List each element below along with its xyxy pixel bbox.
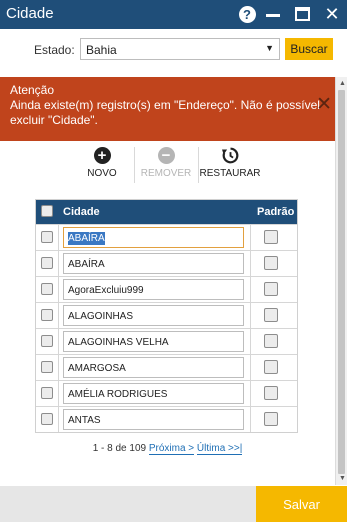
- column-divider: [58, 277, 59, 302]
- column-divider: [250, 355, 251, 380]
- city-name-input[interactable]: AgoraExcluiu999: [63, 279, 244, 300]
- column-divider: [250, 225, 251, 250]
- state-select[interactable]: Bahia ▼: [80, 38, 280, 60]
- row-select-checkbox[interactable]: [41, 387, 53, 399]
- minimize-icon[interactable]: [264, 5, 282, 23]
- default-checkbox[interactable]: [264, 360, 278, 374]
- city-name-value: AMARGOSA: [68, 363, 126, 374]
- table-row: AgoraExcluiu999: [36, 276, 297, 302]
- maximize-icon[interactable]: [293, 5, 311, 23]
- column-divider: [58, 329, 59, 354]
- remove-button-label: REMOVER: [140, 168, 192, 179]
- city-name-input[interactable]: AMARGOSA: [63, 357, 244, 378]
- column-divider: [58, 381, 59, 406]
- column-divider: [58, 251, 59, 276]
- row-select-checkbox[interactable]: [41, 257, 53, 269]
- alert-banner: Atenção Ainda existe(m) registro(s) em "…: [0, 77, 335, 141]
- table-row: ALAGOINHAS: [36, 302, 297, 328]
- city-name-input[interactable]: AMÉLIA RODRIGUES: [63, 383, 244, 404]
- table-row: ALAGOINHAS VELHA: [36, 328, 297, 354]
- table-row: AMÉLIA RODRIGUES: [36, 380, 297, 406]
- table-row: AMARGOSA: [36, 354, 297, 380]
- column-divider: [58, 225, 59, 250]
- scroll-up-arrow-icon[interactable]: ▲: [339, 80, 346, 87]
- new-button[interactable]: + NOVO: [70, 147, 134, 185]
- title-bar: Cidade ? ✕: [0, 0, 347, 29]
- remove-button[interactable]: − REMOVER: [134, 147, 198, 185]
- scrollbar[interactable]: ▲ ▼: [335, 77, 347, 485]
- table-header: Cidade Padrão: [36, 200, 297, 224]
- table-row: ABAÍRA: [36, 250, 297, 276]
- column-divider: [250, 381, 251, 406]
- city-name-input[interactable]: ABAÍRA: [63, 253, 244, 274]
- default-checkbox[interactable]: [264, 412, 278, 426]
- city-name-value: ALAGOINHAS VELHA: [68, 337, 169, 348]
- column-divider: [250, 277, 251, 302]
- restore-button[interactable]: RESTAURAR: [198, 147, 262, 185]
- footer: Salvar: [0, 486, 347, 522]
- city-name-value: ALAGOINHAS: [68, 311, 134, 322]
- city-name-input[interactable]: ABAÍRA: [63, 227, 244, 248]
- column-divider: [58, 407, 59, 432]
- city-name-input[interactable]: ALAGOINHAS: [63, 305, 244, 326]
- row-select-checkbox[interactable]: [41, 361, 53, 373]
- row-select-checkbox[interactable]: [41, 335, 53, 347]
- city-name-value: ANTAS: [68, 415, 101, 426]
- state-select-value: Bahia: [86, 43, 117, 57]
- dropdown-arrow-icon: ▼: [265, 43, 274, 53]
- column-divider: [250, 407, 251, 432]
- row-select-checkbox[interactable]: [41, 309, 53, 321]
- default-checkbox[interactable]: [264, 282, 278, 296]
- column-divider: [58, 355, 59, 380]
- city-name-value: ABAÍRA: [68, 232, 105, 245]
- column-divider: [58, 303, 59, 328]
- row-select-checkbox[interactable]: [41, 283, 53, 295]
- next-page-link[interactable]: Próxima >: [148, 443, 195, 455]
- alert-message: Ainda existe(m) registro(s) em "Endereço…: [10, 98, 320, 127]
- search-button[interactable]: Buscar: [285, 38, 333, 60]
- page-range: 1 - 8 de 109: [92, 443, 147, 454]
- alert-title: Atenção: [10, 83, 55, 97]
- default-checkbox[interactable]: [264, 334, 278, 348]
- column-divider: [250, 303, 251, 328]
- row-select-checkbox[interactable]: [41, 413, 53, 425]
- city-name-value: AMÉLIA RODRIGUES: [68, 389, 168, 400]
- column-header-default: Padrão: [257, 206, 295, 218]
- last-page-link[interactable]: Última >>|: [196, 443, 243, 455]
- new-button-label: NOVO: [87, 168, 117, 179]
- city-window: Cidade ? ✕ Estado: Bahia ▼ Buscar Atençã…: [0, 0, 347, 522]
- city-name-input[interactable]: ALAGOINHAS VELHA: [63, 331, 244, 352]
- row-select-checkbox[interactable]: [41, 231, 53, 243]
- pagination: 1 - 8 de 109 Próxima > Última >>|: [0, 443, 335, 455]
- scroll-down-arrow-icon[interactable]: ▼: [339, 475, 346, 482]
- scroll-thumb[interactable]: [338, 90, 345, 474]
- alert-close-icon[interactable]: ✕: [316, 95, 332, 114]
- restore-button-label: RESTAURAR: [199, 168, 261, 179]
- state-label: Estado:: [34, 43, 75, 57]
- city-name-value: AgoraExcluiu999: [68, 285, 144, 296]
- table-row: ANTAS: [36, 406, 297, 432]
- default-checkbox[interactable]: [264, 230, 278, 244]
- plus-circle-icon: +: [93, 147, 111, 164]
- close-icon[interactable]: ✕: [323, 4, 341, 24]
- table-body: ABAÍRA ABAÍRA AgoraExcluiu999 ALAGOINHAS ALA…: [36, 224, 297, 432]
- default-checkbox[interactable]: [264, 308, 278, 322]
- help-icon[interactable]: ?: [238, 5, 256, 23]
- column-divider: [250, 329, 251, 354]
- default-checkbox[interactable]: [264, 386, 278, 400]
- table-row: ABAÍRA: [36, 224, 297, 250]
- restore-history-icon: [221, 147, 238, 164]
- column-header-city: Cidade: [63, 206, 100, 218]
- minus-circle-icon: −: [157, 147, 175, 164]
- window-title: Cidade: [6, 5, 54, 22]
- save-button[interactable]: Salvar: [256, 486, 347, 522]
- default-checkbox[interactable]: [264, 256, 278, 270]
- city-name-value: ABAÍRA: [68, 259, 105, 270]
- city-name-input[interactable]: ANTAS: [63, 409, 244, 430]
- filter-row: Estado: Bahia ▼ Buscar: [0, 29, 347, 75]
- city-table: Cidade Padrão ABAÍRA ABAÍRA AgoraExcluiu99…: [35, 199, 298, 433]
- column-divider: [250, 251, 251, 276]
- select-all-checkbox[interactable]: [41, 205, 53, 217]
